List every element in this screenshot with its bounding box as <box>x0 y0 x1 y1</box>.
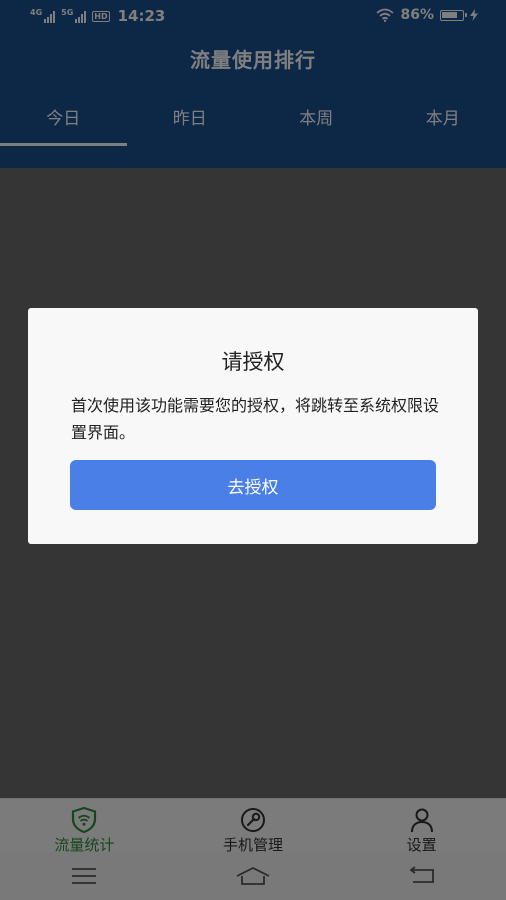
authorization-dialog: 请授权 首次使用该功能需要您的授权，将跳转至系统权限设置界面。 去授权 <box>28 308 478 544</box>
authorize-button[interactable]: 去授权 <box>70 460 436 510</box>
dialog-title: 请授权 <box>221 350 285 374</box>
modal-overlay[interactable]: 请授权 首次使用该功能需要您的授权，将跳转至系统权限设置界面。 去授权 <box>0 0 506 900</box>
app-root: 4G 5G HD 14:23 86% <box>0 0 506 900</box>
dialog-message: 首次使用该功能需要您的授权，将跳转至系统权限设置界面。 <box>71 396 440 442</box>
